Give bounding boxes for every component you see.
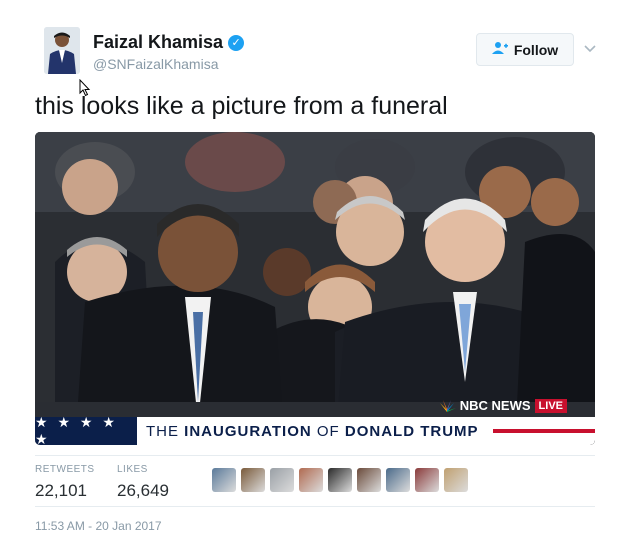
liker-avatar[interactable] xyxy=(212,468,236,492)
tweet-text: this looks like a picture from a funeral xyxy=(35,92,448,120)
lower-third-caption: THE INAUGURATION OF DONALD TRUMP xyxy=(146,422,479,440)
liker-avatar[interactable] xyxy=(444,468,468,492)
live-badge: LIVE xyxy=(534,398,567,413)
verified-badge-icon: ✓ xyxy=(228,34,245,51)
liker-avatar[interactable] xyxy=(299,468,323,492)
chevron-down-icon[interactable] xyxy=(584,40,596,56)
user-display-name[interactable]: Faizal Khamisa xyxy=(93,32,223,53)
stars-icon: ★ ★ ★ ★ ★ xyxy=(35,414,137,445)
follow-button-label: Follow xyxy=(513,41,559,58)
tweet-timestamp[interactable]: 11:53 AM - 20 Jan 2017 xyxy=(35,519,162,533)
likes-label: LIKES xyxy=(117,464,148,475)
liker-avatar[interactable] xyxy=(357,468,381,492)
retweets-label: RETWEETS xyxy=(35,464,95,475)
nbc-news-live-bug: NBC NEWS LIVE xyxy=(438,398,567,413)
liker-avatar[interactable] xyxy=(328,468,352,492)
user-handle[interactable]: @SNFaizalKhamisa xyxy=(93,56,244,72)
liker-avatar[interactable] xyxy=(386,468,410,492)
lower-third-banner: ★ ★ ★ ★ ★ THE INAUGURATION OF DONALD TRU… xyxy=(35,414,595,445)
avatar[interactable] xyxy=(44,27,80,74)
likes-stat[interactable]: LIKES 26,649 xyxy=(117,464,169,501)
tweet-media-image[interactable]: NBC NEWS LIVE ★ ★ ★ ★ ★ THE INAUGURATION… xyxy=(35,132,595,445)
liker-avatars xyxy=(212,468,468,492)
lower-third-red-bar xyxy=(493,429,595,433)
follow-user-icon xyxy=(491,41,508,58)
liker-avatar[interactable] xyxy=(241,468,265,492)
peacock-logo-icon xyxy=(439,399,456,412)
network-name: NBC NEWS xyxy=(459,398,531,413)
retweets-count: 22,101 xyxy=(35,481,87,500)
liker-avatar[interactable] xyxy=(270,468,294,492)
follow-button[interactable]: Follow xyxy=(476,33,574,66)
divider xyxy=(35,455,595,456)
liker-avatar[interactable] xyxy=(415,468,439,492)
retweets-stat[interactable]: RETWEETS 22,101 xyxy=(35,464,95,501)
divider xyxy=(35,506,595,507)
likes-count: 26,649 xyxy=(117,481,169,500)
